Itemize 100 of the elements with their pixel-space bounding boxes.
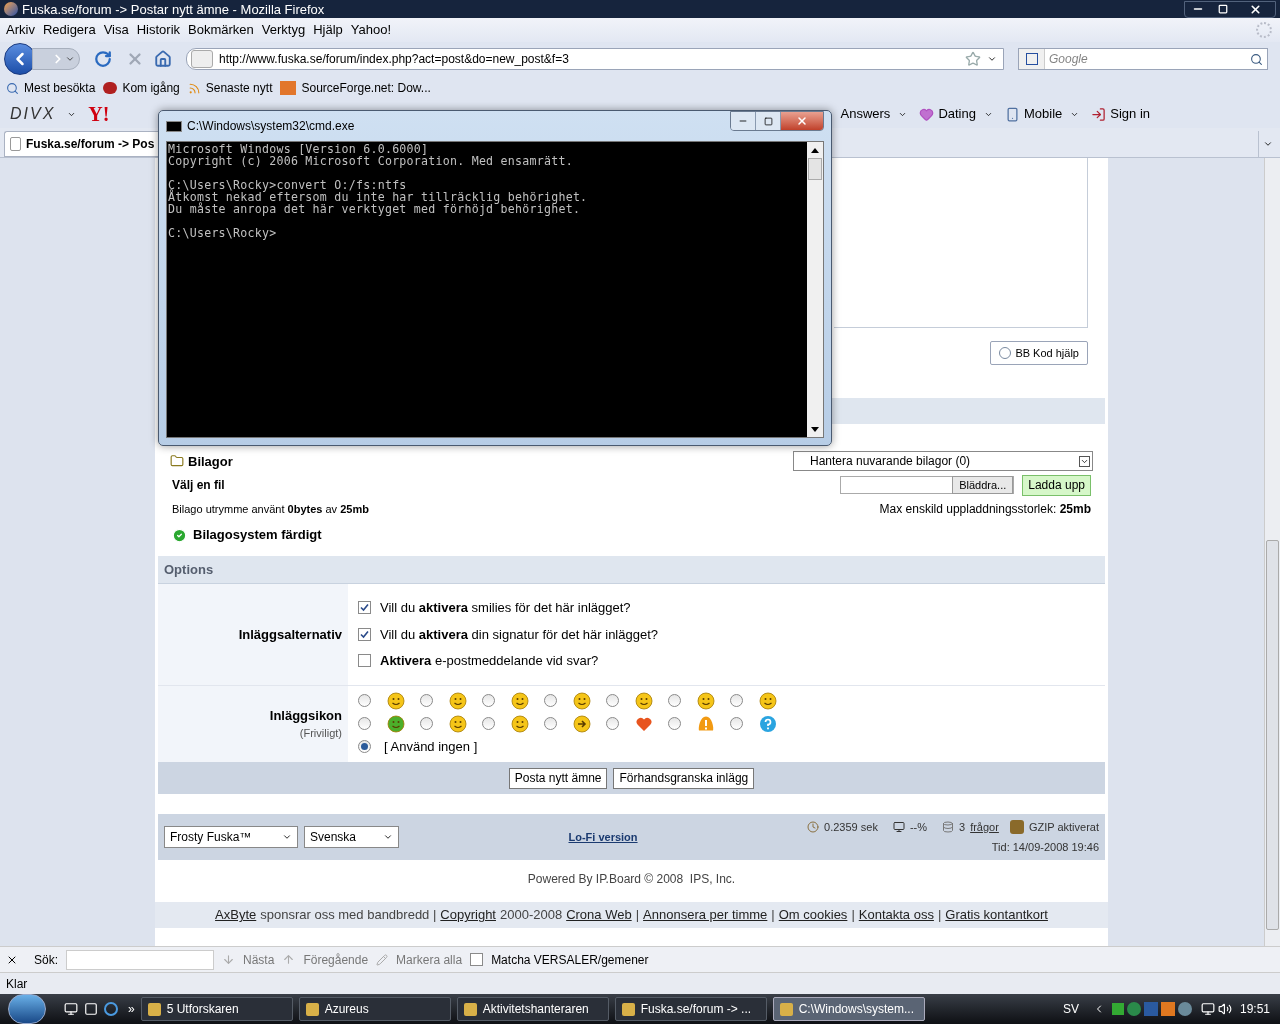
footer-link[interactable]: Om cookies [778, 905, 848, 925]
menu-item[interactable]: Visa [99, 20, 133, 40]
next-button[interactable]: Nästa [243, 950, 275, 969]
footer-link[interactable]: Gratis kontantkort [945, 905, 1048, 925]
menu-item[interactable]: Hjälp [309, 20, 347, 40]
checkbox[interactable] [358, 627, 371, 641]
bookmark-link[interactable]: Senaste nytt [205, 79, 273, 97]
bookmark-link[interactable]: Mest besökta [24, 79, 96, 97]
search-engine-button[interactable] [1019, 49, 1045, 69]
browser-tab[interactable]: Fuska.se/forum -> Pos [4, 131, 158, 157]
radio-button[interactable] [544, 694, 557, 707]
radio-button[interactable] [730, 694, 743, 707]
taskbar-button[interactable]: C:\Windows\system... [772, 997, 925, 1021]
toolbar-button[interactable]: Mobile [1023, 104, 1063, 124]
taskbar-button[interactable]: Fuska.se/forum -> ... [614, 997, 767, 1021]
volume-icon[interactable] [1217, 1002, 1232, 1016]
toolbar-button[interactable]: Dating [938, 104, 976, 124]
match-case-checkbox[interactable] [470, 953, 484, 966]
pencil-icon[interactable] [376, 953, 389, 966]
previous-button[interactable]: Föregående [303, 950, 369, 969]
tray-app-icon[interactable] [1126, 1002, 1141, 1016]
highlight-button[interactable]: Markera alla [396, 950, 463, 969]
minimize-button[interactable] [731, 112, 756, 130]
checkbox[interactable] [358, 601, 371, 615]
restore-icon[interactable] [1217, 4, 1228, 14]
bb-code-help-button[interactable]: BB Kod hjälp [990, 341, 1088, 365]
upload-button[interactable]: Ladda upp [1022, 474, 1091, 496]
radio-button[interactable] [420, 717, 433, 730]
start-button[interactable] [8, 994, 46, 1024]
radio-button[interactable] [606, 694, 619, 707]
radio-button[interactable] [668, 717, 681, 730]
radio-button[interactable] [358, 717, 371, 730]
search-field[interactable]: Google [1045, 49, 1250, 69]
taskbar-button[interactable]: Aktivitetshanteraren [456, 997, 609, 1021]
radio-button[interactable] [482, 694, 495, 707]
divx-logo[interactable]: DIVX [10, 102, 56, 126]
radio-button[interactable] [482, 717, 495, 730]
tray-app-icon[interactable] [1111, 1003, 1124, 1015]
find-field[interactable] [66, 949, 214, 970]
scroll-up-icon[interactable] [811, 147, 819, 153]
bookmark-link[interactable]: Kom igång [122, 79, 180, 97]
radio-button[interactable] [420, 694, 433, 707]
window-icon[interactable] [84, 1002, 98, 1016]
scrollbar[interactable] [1264, 158, 1280, 946]
address-bar[interactable]: http://www.fuska.se/forum/index.php?act=post&do=new_post&f=3 [186, 48, 1004, 70]
checkbox[interactable] [358, 654, 371, 668]
browse-button[interactable]: Bläddra... [952, 476, 1014, 494]
radio-button[interactable] [730, 717, 743, 730]
network-icon[interactable] [1200, 1002, 1215, 1016]
close-button[interactable] [781, 112, 823, 130]
tray-app-icon[interactable] [1177, 1002, 1192, 1016]
home-icon[interactable] [154, 50, 172, 68]
search-icon[interactable] [1250, 52, 1263, 66]
language-select[interactable]: Svenska [304, 826, 399, 848]
menu-item[interactable]: Historik [132, 20, 185, 40]
toolbar-button[interactable]: Sign in [1110, 104, 1150, 124]
attachments-dropdown[interactable]: Hantera nuvarande bilagor (0) [793, 451, 1093, 471]
scroll-thumb[interactable] [808, 158, 822, 180]
menu-item[interactable]: Yahoo! [346, 20, 396, 40]
down-arrow-icon[interactable] [222, 953, 235, 966]
skin-select[interactable]: Frosty Fuska™ [164, 826, 298, 848]
lofi-link[interactable]: Lo-Fi version [568, 828, 638, 846]
menu-item[interactable]: Redigera [38, 20, 100, 40]
reload-icon[interactable] [94, 50, 112, 68]
file-field[interactable]: Bläddra... [840, 476, 1015, 494]
desktop-icon[interactable] [64, 1002, 78, 1016]
radio-button[interactable] [544, 717, 557, 730]
toolbar-button[interactable]: Answers [840, 104, 891, 124]
language-indicator[interactable]: SV [1062, 1000, 1079, 1018]
tray-app-icon[interactable] [1143, 1002, 1158, 1016]
search-bar[interactable]: Google [1018, 48, 1268, 70]
menu-item[interactable]: Verktyg [257, 20, 310, 40]
footer-link[interactable]: AxByte [215, 905, 257, 925]
radio-button[interactable] [606, 717, 619, 730]
taskbar-button[interactable]: Azureus [298, 997, 451, 1021]
menu-item[interactable]: Arkiv [2, 20, 39, 40]
tray-app-icon[interactable] [1160, 1002, 1175, 1016]
maximize-button[interactable] [756, 112, 781, 130]
menu-item[interactable]: Bokmärken [184, 20, 258, 40]
up-arrow-icon[interactable] [282, 953, 296, 966]
footer-link[interactable]: Kontakta oss [858, 905, 934, 925]
footer-link[interactable]: Copyright [440, 905, 496, 925]
close-icon[interactable] [1248, 2, 1262, 16]
more-button[interactable]: » [128, 1000, 135, 1018]
bookmark-link[interactable]: SourceForge.net: Dow... [301, 79, 431, 97]
scrollbar[interactable] [807, 142, 823, 437]
scroll-down-icon[interactable] [811, 426, 819, 432]
footer-link[interactable]: Annonsera per timme [643, 905, 768, 925]
radio-button[interactable] [358, 694, 371, 707]
form-button[interactable]: Förhandsgranska inlägg [613, 767, 755, 789]
browser-icon[interactable] [104, 1002, 118, 1016]
yahoo-logo[interactable]: Y! [88, 99, 110, 129]
bookmark-star-icon[interactable] [965, 51, 981, 67]
radio-button[interactable] [358, 739, 371, 753]
caret-icon[interactable] [987, 54, 997, 64]
queries-link[interactable]: frågor [970, 819, 999, 836]
footer-link[interactable]: Crona Web [566, 905, 632, 925]
stop-icon[interactable] [126, 50, 144, 68]
radio-button[interactable] [668, 694, 681, 707]
taskbar-button[interactable]: 5 Utforskaren [140, 997, 293, 1021]
